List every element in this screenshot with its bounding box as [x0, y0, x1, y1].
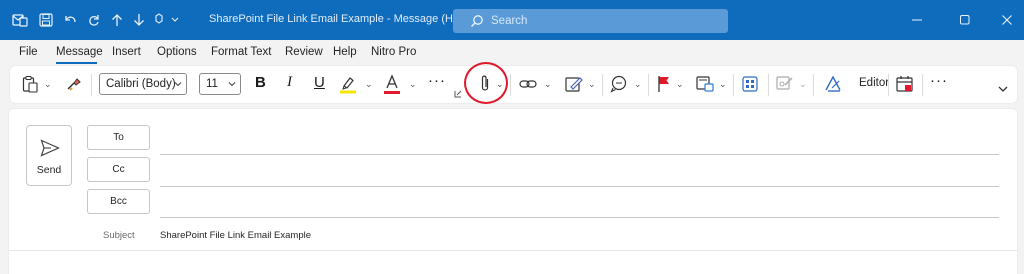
- send-label: Send: [36, 164, 62, 176]
- bold-button[interactable]: B: [255, 74, 266, 91]
- apps-icon[interactable]: [741, 75, 759, 93]
- maximize-icon[interactable]: [953, 9, 977, 31]
- close-icon[interactable]: [995, 9, 1019, 31]
- sensitivity-icon[interactable]: [610, 75, 628, 93]
- menu-review[interactable]: Review: [285, 46, 323, 58]
- body-divider: [9, 250, 1017, 251]
- more-options-button[interactable]: ···: [930, 72, 948, 89]
- menu-file[interactable]: File: [19, 46, 38, 58]
- separator: [888, 74, 889, 96]
- format-painter-icon[interactable]: [65, 75, 83, 93]
- subject-field[interactable]: SharePoint File Link Email Example: [160, 230, 311, 241]
- menu-insert[interactable]: Insert: [112, 46, 141, 58]
- editor-icon[interactable]: [823, 74, 843, 94]
- undo-icon[interactable]: [61, 11, 79, 29]
- paste-dropdown-icon[interactable]: ⌄: [44, 79, 52, 90]
- menu-options[interactable]: Options: [157, 46, 197, 58]
- flag-dropdown-icon[interactable]: ⌄: [676, 79, 684, 90]
- title-bar: SharePoint File Link Email Example - Mes…: [0, 0, 1024, 40]
- save-icon[interactable]: [37, 11, 55, 29]
- send-button[interactable]: Send: [26, 125, 72, 186]
- separator: [602, 74, 603, 96]
- chevron-down-icon: [174, 82, 182, 87]
- editor-label[interactable]: Editor: [859, 77, 889, 89]
- cc-button[interactable]: Cc: [87, 157, 150, 182]
- underline-button[interactable]: U: [314, 74, 325, 91]
- link-dropdown-icon[interactable]: ⌄: [544, 79, 552, 90]
- sensitivity-dropdown-icon[interactable]: ⌄: [634, 79, 642, 90]
- search-box[interactable]: [453, 9, 728, 33]
- cc-field[interactable]: [160, 186, 999, 187]
- bcc-button[interactable]: Bcc: [87, 189, 150, 214]
- highlight-icon[interactable]: [339, 74, 357, 94]
- to-button[interactable]: To: [87, 125, 150, 150]
- link-icon[interactable]: [519, 76, 537, 92]
- window-title: SharePoint File Link Email Example - Mes…: [209, 13, 468, 25]
- separator: [813, 74, 814, 96]
- send-icon: [40, 139, 60, 162]
- more-formatting-button[interactable]: ···: [428, 72, 446, 89]
- to-field[interactable]: [160, 154, 999, 155]
- minimize-icon[interactable]: [905, 9, 929, 31]
- font-name-dropdown[interactable]: Calibri (Body): [99, 73, 187, 95]
- separator: [648, 74, 649, 96]
- bcc-field[interactable]: [160, 217, 999, 218]
- ribbon: ⌄ Calibri (Body) 11 B I U ⌄ ⌄ ··· ⌄ ⌄ ⌄ …: [10, 66, 1017, 103]
- customize-toolbar-icon[interactable]: [153, 11, 183, 29]
- annotation-circle: [464, 62, 508, 104]
- separator: [510, 74, 511, 96]
- font-size-value: 11: [206, 78, 218, 90]
- menu-bar: File Message Insert Options Format Text …: [0, 40, 1024, 64]
- down-arrow-icon[interactable]: [131, 11, 147, 29]
- signature-dropdown-icon[interactable]: ⌄: [588, 79, 596, 90]
- menu-nitro-pro[interactable]: Nitro Pro: [371, 46, 416, 58]
- paste-icon[interactable]: [21, 75, 39, 93]
- font-size-dropdown[interactable]: 11: [199, 73, 241, 95]
- font-name-value: Calibri (Body): [106, 78, 176, 90]
- categorize-dropdown-icon[interactable]: ⌄: [719, 79, 727, 90]
- protect-dropdown-icon[interactable]: ⌄: [799, 79, 807, 90]
- dialog-launcher-icon[interactable]: [454, 90, 462, 98]
- scheduling-icon[interactable]: [896, 74, 914, 94]
- highlight-dropdown-icon[interactable]: ⌄: [365, 79, 373, 90]
- categorize-icon[interactable]: [696, 74, 714, 94]
- font-color-icon[interactable]: [383, 73, 401, 95]
- font-color-dropdown-icon[interactable]: ⌄: [409, 79, 417, 90]
- search-icon: [470, 14, 484, 33]
- ribbon-collapse-icon[interactable]: [997, 83, 1009, 95]
- subject-label: Subject: [103, 230, 135, 241]
- menu-help[interactable]: Help: [333, 46, 357, 58]
- signature-icon[interactable]: [565, 74, 583, 94]
- separator: [91, 74, 92, 96]
- up-arrow-icon[interactable]: [109, 11, 125, 29]
- protect-icon[interactable]: [776, 74, 794, 94]
- active-tab-indicator: [56, 62, 97, 64]
- italic-button[interactable]: I: [287, 74, 292, 91]
- chevron-down-icon: [228, 82, 236, 87]
- separator: [733, 74, 734, 96]
- outlook-message-icon: [10, 11, 30, 29]
- redo-icon[interactable]: [85, 11, 103, 29]
- menu-message[interactable]: Message: [56, 46, 103, 58]
- search-input[interactable]: [491, 11, 711, 31]
- separator: [922, 74, 923, 96]
- flag-icon[interactable]: [656, 74, 672, 94]
- separator: [768, 74, 769, 96]
- menu-format-text[interactable]: Format Text: [211, 46, 272, 58]
